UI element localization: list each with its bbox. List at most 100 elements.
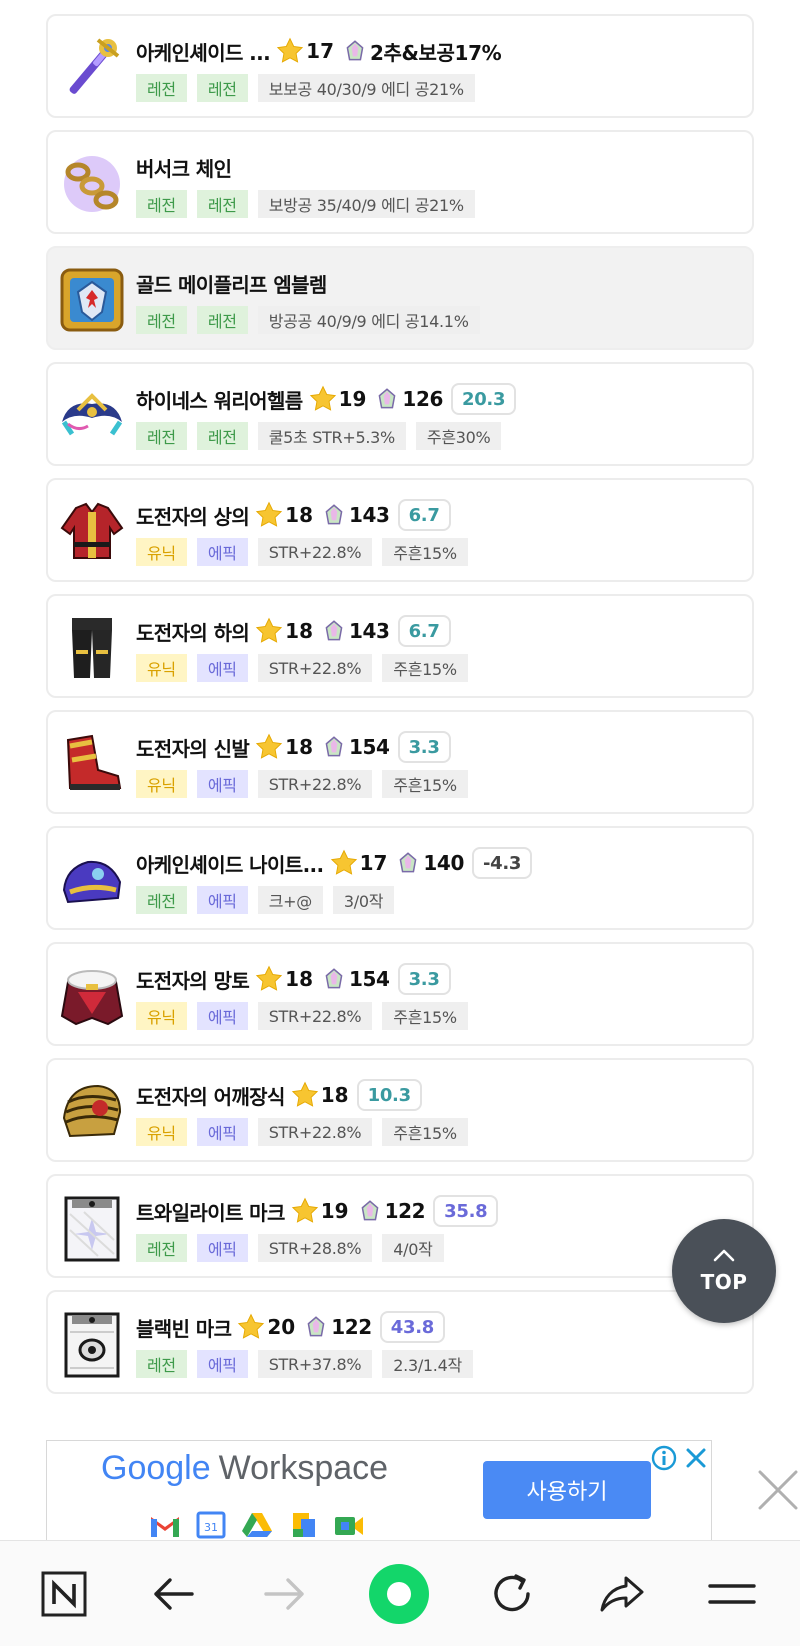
ad-cta-button[interactable]: 사용하기 — [483, 1461, 651, 1519]
starforce-value: 18 — [285, 619, 314, 643]
item-name: 골드 메이플리프 엠블렘 — [136, 272, 327, 297]
score-badge: 6.7 — [397, 499, 451, 531]
workspace-app-icons: 31 — [149, 1511, 379, 1539]
score-badge: 35.8 — [433, 1195, 499, 1227]
item-card[interactable]: 도전자의 어깨장식 18 10.3 유닉 에픽 STR+22.8% 주흔15% — [46, 1058, 754, 1162]
share-icon[interactable] — [596, 1568, 648, 1620]
item-card[interactable]: 도전자의 상의 18 143 6.7 유닉 에픽 STR+22.8% 주흔15% — [46, 478, 754, 582]
option-tag: 크+@ — [257, 886, 323, 914]
score-badge: 3.3 — [397, 963, 451, 995]
option-tag: STR+22.8% — [257, 654, 373, 682]
starforce-value: 18 — [285, 735, 314, 759]
item-card[interactable]: 골드 메이플리프 엠블렘 레전 레전 방공공 40/9/9 에디 공14.1% — [46, 246, 754, 350]
option-tag: 주흔15% — [382, 1002, 468, 1030]
ad-banner[interactable]: Google Workspace 31 사용하기 — [46, 1440, 712, 1540]
star-icon — [330, 849, 357, 875]
option-tag: STR+22.8% — [257, 1002, 373, 1030]
google-workspace-logo: Google Workspace — [101, 1449, 388, 1488]
grade-tag: 에픽 — [196, 886, 248, 914]
option-tag: 쿨5초 STR+5.3% — [257, 422, 406, 450]
starforce-value: 20 — [267, 1315, 296, 1339]
grade-tag: 유닉 — [136, 1002, 187, 1030]
option-tag: 주흔15% — [382, 770, 468, 798]
starforce-value: 18 — [285, 503, 314, 527]
grade-tag: 유닉 — [136, 1118, 187, 1146]
close-icon[interactable] — [756, 1468, 800, 1512]
option-tag: 주흔15% — [382, 1118, 468, 1146]
item-card[interactable]: 트와일라이트 마크 19 122 35.8 레전 에픽 STR+28.8% 4/… — [46, 1174, 754, 1278]
item-card[interactable]: 아케인셰이드 ... 17 2추&보공17% 레전 레전 보보공 40/30/9… — [46, 14, 754, 118]
chevron-up-icon — [713, 1249, 735, 1262]
grade-tag: 에픽 — [196, 538, 248, 566]
item-name: 도전자의 신발 — [136, 736, 250, 761]
svg-text:31: 31 — [204, 1521, 218, 1534]
item-name: 하이네스 워리어헬름 — [136, 388, 303, 413]
forward-arrow-icon[interactable] — [258, 1568, 310, 1620]
back-arrow-icon[interactable] — [148, 1568, 200, 1620]
potential-value: 154 — [349, 735, 390, 759]
option-tag: 주흔15% — [382, 538, 468, 566]
docs-icon — [293, 1513, 315, 1537]
scroll-top-button[interactable]: TOP — [672, 1219, 776, 1323]
potential-gem-icon — [307, 1316, 325, 1337]
starforce-value: 19 — [320, 1199, 349, 1223]
green-dot-icon[interactable] — [366, 1561, 432, 1627]
naver-home-icon[interactable] — [38, 1568, 90, 1620]
potential-gem-icon — [325, 968, 343, 989]
emblem-icon — [58, 266, 126, 334]
item-name: 도전자의 하의 — [136, 620, 250, 645]
starforce-value: 18 — [320, 1083, 349, 1107]
potential-gem-icon — [379, 388, 396, 409]
option-tag: STR+28.8% — [257, 1234, 373, 1262]
pants-icon — [58, 614, 126, 682]
star-icon — [238, 1313, 265, 1339]
item-name: 트와일라이트 마크 — [136, 1200, 285, 1225]
option-tag: 보방공 35/40/9 에디 공21% — [257, 190, 475, 218]
grade-tag: 레전 — [136, 1350, 187, 1378]
staff-icon — [58, 34, 126, 102]
option-tag: 방공공 40/9/9 에디 공14.1% — [257, 306, 480, 334]
top-armor-icon — [58, 498, 126, 566]
ad-close-icon[interactable] — [683, 1445, 709, 1471]
potential-value: 2추&보공17% — [370, 40, 502, 65]
grade-tag: 레전 — [136, 190, 187, 218]
item-card[interactable]: 도전자의 신발 18 154 3.3 유닉 에픽 STR+22.8% 주흔15% — [46, 710, 754, 814]
star-icon — [256, 501, 283, 527]
potential-value: 143 — [349, 619, 390, 643]
potential-gem-icon — [325, 620, 343, 641]
option-tag: STR+37.8% — [257, 1350, 373, 1378]
ad-brand-workspace: Workspace — [218, 1449, 389, 1487]
score-badge: -4.3 — [471, 847, 533, 879]
option-tag: 주흔15% — [382, 654, 468, 682]
item-card[interactable]: 도전자의 망토 18 154 3.3 유닉 에픽 STR+22.8% 주흔15% — [46, 942, 754, 1046]
item-card[interactable]: 하이네스 워리어헬름 19 126 20.3 레전 레전 쿨5초 STR+5.3… — [46, 362, 754, 466]
drive-icon — [242, 1513, 272, 1537]
starforce-value: 18 — [285, 967, 314, 991]
grade-tag: 에픽 — [196, 1350, 248, 1378]
option-tag: 2.3/1.4작 — [382, 1350, 473, 1378]
potential-value: 122 — [331, 1315, 372, 1339]
potential-gem-icon — [361, 1200, 379, 1221]
item-name: 아케인셰이드 ... — [136, 40, 271, 65]
refresh-icon[interactable] — [486, 1568, 538, 1620]
chain-icon — [58, 150, 126, 218]
potential-gem-icon — [325, 736, 343, 757]
item-card[interactable]: 아케인셰이드 나이트... 17 140 -4.3 레전 에픽 크+@ 3/0작 — [46, 826, 754, 930]
grade-tag: 유닉 — [136, 654, 187, 682]
item-card[interactable]: 블랙빈 마크 20 122 43.8 레전 에픽 STR+37.8% 2.3/1… — [46, 1290, 754, 1394]
shoes-icon — [58, 730, 126, 798]
potential-gem-icon — [325, 504, 343, 525]
menu-icon[interactable] — [706, 1568, 758, 1620]
info-icon[interactable] — [651, 1445, 677, 1471]
option-tag: STR+22.8% — [257, 770, 373, 798]
score-badge: 20.3 — [450, 383, 517, 415]
score-badge: 6.7 — [397, 615, 451, 647]
item-card[interactable]: 도전자의 하의 18 143 6.7 유닉 에픽 STR+22.8% 주흔15% — [46, 594, 754, 698]
item-card[interactable]: 버서크 체인 레전 레전 보방공 35/40/9 에디 공21% — [46, 130, 754, 234]
potential-value: 140 — [423, 851, 464, 875]
grade-tag: 유닉 — [136, 538, 187, 566]
grade-tag: 레전 — [196, 306, 248, 334]
blackbean-mark-icon — [58, 1310, 126, 1378]
helm-icon — [58, 382, 126, 450]
grade-tag: 레전 — [136, 306, 187, 334]
